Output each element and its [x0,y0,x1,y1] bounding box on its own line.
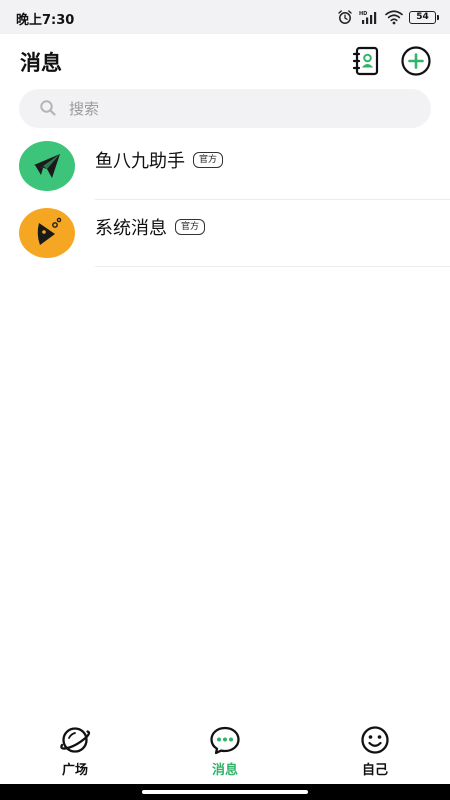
paper-plane-fish-icon [19,141,75,191]
chat-name: 系统消息 [95,218,167,239]
nav-label: 自己 [361,763,388,778]
chat-item-assistant[interactable]: 鱼八九助手 官方 [0,133,450,200]
bottom-nav: 广场 消息 自己 [0,718,450,784]
planet-icon [60,727,91,753]
page-title: 消息 [20,51,62,75]
header: 消息 [0,34,450,88]
nav-label: 消息 [211,763,238,778]
fish-head-icon [19,208,75,258]
status-bar: 晚上7:30 HD 54 [0,0,450,34]
signal-icon: HD [359,11,377,24]
gesture-bar [0,784,450,800]
add-button[interactable] [400,45,432,77]
chat-name-row: 鱼八九助手 官方 [95,147,224,173]
messages-screen: 晚上7:30 HD 54 消息 搜索 鱼八九助手 官方 系统消息 官方 广场 消… [0,0,450,800]
svg-text:HD: HD [359,11,367,17]
official-badge: 官方 [175,219,206,235]
status-icons: HD 54 [337,8,439,26]
divider [95,266,450,267]
official-badge: 官方 [193,152,224,168]
nav-label: 广场 [61,763,88,778]
alarm-icon [338,10,352,24]
home-indicator[interactable] [142,790,308,794]
address-book-icon [352,46,379,76]
avatar [19,141,75,191]
contacts-button[interactable] [350,45,382,77]
wifi-icon [385,10,403,25]
smiley-icon [361,726,389,754]
status-time: 晚上7:30 [16,13,75,28]
chat-item-system[interactable]: 系统消息 官方 [0,200,450,267]
battery-level: 54 [416,12,429,22]
chat-bubble-icon [210,726,240,755]
plus-circle-icon [401,46,431,76]
search-icon [40,100,56,116]
nav-tab-messages[interactable]: 消息 [165,718,285,784]
search-input[interactable] [69,89,409,128]
chat-name: 鱼八九助手 [95,151,185,172]
battery-indicator: 54 [409,10,439,24]
nav-tab-plaza[interactable]: 广场 [15,718,135,784]
chat-name-row: 系统消息 官方 [95,214,206,240]
chat-list: 鱼八九助手 官方 系统消息 官方 [0,133,450,267]
nav-tab-me[interactable]: 自己 [315,718,435,784]
avatar [19,208,75,258]
search-bar[interactable] [19,89,431,128]
